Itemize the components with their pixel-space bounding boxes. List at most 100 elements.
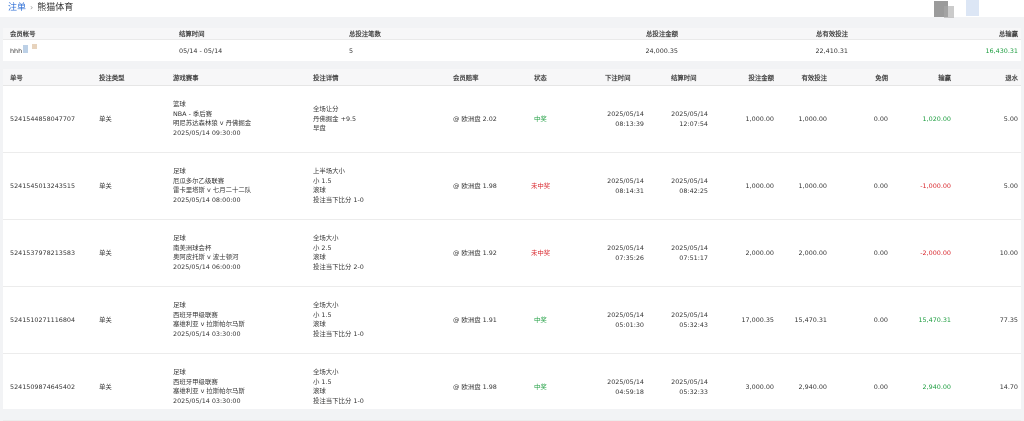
bet-amount: 1,000.00 — [745, 115, 774, 123]
settle-time: 2025/05/14 05:32:43 — [671, 311, 708, 329]
table-row[interactable]: 5241509874645402 单关 足球 西班牙甲级联赛 塞维利亚 v 拉斯帕尔… — [3, 355, 1021, 421]
bet-effective: 2,940.00 — [798, 383, 827, 391]
bet-winloss: -2,000.00 — [920, 249, 951, 257]
bet-time: 2025/05/14 08:13:39 — [607, 110, 644, 128]
summary-period: 05/14 - 05/14 — [179, 47, 223, 55]
bet-detail: 全场大小小 1.5 滚球 投注当下比分 1-0 — [313, 301, 364, 338]
bets-table-header: 单号 投注类型 游戏赛事 投注详情 会员赔率 状态 下注时间 结算时间 投注金额… — [3, 69, 1021, 86]
bet-commission: 0.00 — [873, 182, 888, 190]
summary-account: hhh — [10, 47, 23, 55]
bet-winloss: 2,940.00 — [922, 383, 951, 391]
summary-table: 会员帐号 结算时间 总投注笔数 总投注金额 总有效投注 总输赢 hhh 05/1… — [3, 28, 1021, 61]
bet-commission: 0.00 — [873, 249, 888, 257]
user-menu-icon[interactable] — [966, 0, 979, 16]
bet-detail: 全场大小小 1.5 滚球 投注当下比分 1-0 — [313, 368, 364, 405]
bet-time: 2025/05/14 07:35:26 — [607, 244, 644, 262]
col-header-winloss: 输赢 — [938, 74, 951, 82]
breadcrumb-separator-icon: › — [30, 3, 34, 12]
summary-winloss: 16,430.31 — [985, 47, 1018, 55]
bet-commission: 0.00 — [873, 383, 888, 391]
bet-detail: 全场让分 丹佛掘金 +9.5 早盘 — [313, 105, 357, 132]
col-header-rebate: 退水 — [1005, 74, 1018, 82]
bet-odds: @ 欧洲盘 1.91 — [453, 316, 497, 324]
table-row[interactable]: 5241544858047707 单关 篮球 NBA - 季后赛 明尼苏达森林狼 v… — [3, 87, 1021, 153]
status-badge: 未中奖 — [531, 249, 551, 257]
bet-amount: 3,000.00 — [745, 383, 774, 391]
bet-effective: 2,000.00 — [798, 249, 827, 257]
summary-header-period: 结算时间 — [179, 30, 205, 38]
bet-type: 单关 — [99, 182, 112, 190]
summary-effective: 22,410.31 — [815, 47, 848, 55]
status-badge: 中奖 — [534, 383, 547, 391]
summary-count: 5 — [349, 47, 354, 55]
col-header-id: 单号 — [10, 74, 23, 82]
status-badge: 未中奖 — [531, 182, 551, 190]
bet-event: 足球 西班牙甲级联赛 塞维利亚 v 拉斯帕尔马斯 2025/05/14 03:30:0… — [173, 368, 245, 405]
account-masked-block — [23, 45, 28, 53]
account-masked-block-2 — [32, 44, 37, 49]
bet-odds: @ 欧洲盘 1.92 — [453, 249, 497, 257]
col-header-odds: 会员赔率 — [453, 74, 479, 82]
summary-header-effective: 总有效投注 — [816, 30, 848, 38]
bet-id: 5241544858047707 — [10, 115, 76, 123]
bet-odds: @ 欧洲盘 1.98 — [453, 383, 497, 391]
summary-header-amount: 总投注金额 — [646, 30, 678, 38]
summary-row: hhh 05/14 - 05/14 5 24,000.35 22,410.31 … — [3, 42, 1021, 60]
bet-winloss: 1,020.00 — [922, 115, 951, 123]
summary-header-count: 总投注笔数 — [349, 30, 381, 38]
bet-amount: 2,000.00 — [745, 249, 774, 257]
status-badge: 中奖 — [534, 316, 547, 324]
bet-effective: 15,470.31 — [794, 316, 827, 324]
bet-type: 单关 — [99, 316, 112, 324]
bet-event: 足球 厄瓜多尔乙级联赛 雷卡里塔斯 v 七月二十二队 2025/05/14 08:00… — [173, 167, 252, 204]
settle-time: 2025/05/14 12:07:54 — [671, 110, 708, 128]
settle-time: 2025/05/14 05:32:33 — [671, 378, 708, 396]
bet-amount: 17,000.35 — [741, 316, 774, 324]
table-row[interactable]: 5241545013243515 单关 足球 厄瓜多尔乙级联赛 雷卡里塔斯 v 七月… — [3, 154, 1021, 220]
col-header-commission: 免佣 — [875, 74, 888, 82]
col-header-type: 投注类型 — [99, 74, 125, 82]
col-header-detail: 投注详情 — [313, 74, 339, 82]
bet-time: 2025/05/14 05:01:30 — [607, 311, 644, 329]
summary-header-winloss: 总输赢 — [998, 30, 1018, 38]
col-header-settle-time: 结算时间 — [671, 74, 697, 82]
summary-header: 会员帐号 结算时间 总投注笔数 总投注金额 总有效投注 总输赢 — [3, 28, 1021, 40]
bet-time: 2025/05/14 08:14:31 — [607, 177, 644, 195]
bet-time: 2025/05/14 04:59:18 — [607, 378, 644, 396]
bets-table: 单号 投注类型 游戏赛事 投注详情 会员赔率 状态 下注时间 结算时间 投注金额… — [3, 69, 1021, 421]
table-row[interactable]: 5241537978213583 单关 足球 南美洲球会杯 奥阿皮托斯 v 波士顿河… — [3, 221, 1021, 287]
breadcrumb-current: 熊猫体育 — [37, 3, 74, 13]
bet-odds: @ 欧洲盘 2.02 — [453, 115, 497, 123]
bet-effective: 1,000.00 — [798, 182, 827, 190]
bet-winloss: 15,470.31 — [918, 316, 951, 324]
bet-event: 篮球 NBA - 季后赛 明尼苏达森林狼 v 丹佛掘金 2025/05/14 09:3… — [173, 100, 252, 137]
bet-rebate: 5.00 — [1003, 115, 1018, 123]
breadcrumb-root-link[interactable]: 注单 — [8, 3, 26, 13]
col-header-status: 状态 — [534, 74, 547, 82]
col-header-bet-time: 下注时间 — [605, 74, 631, 82]
bet-detail: 上半场大小小 1.5 滚球 投注当下比分 1-0 — [313, 167, 364, 204]
bet-type: 单关 — [99, 115, 112, 123]
bet-winloss: -1,000.00 — [920, 182, 951, 190]
bet-rebate: 5.00 — [1003, 182, 1018, 190]
bet-commission: 0.00 — [873, 115, 888, 123]
bet-rebate: 14.70 — [999, 383, 1018, 391]
col-header-event: 游戏赛事 — [173, 74, 199, 82]
bet-amount: 1,000.00 — [745, 182, 774, 190]
bet-id: 5241545013243515 — [10, 182, 76, 190]
bet-effective: 1,000.00 — [798, 115, 827, 123]
table-row[interactable]: 5241510271116804 单关 足球 西班牙甲级联赛 塞维利亚 v 拉斯帕尔… — [3, 288, 1021, 354]
bet-commission: 0.00 — [873, 316, 888, 324]
bet-event: 足球 西班牙甲级联赛 塞维利亚 v 拉斯帕尔马斯 2025/05/14 03:30:0… — [173, 301, 245, 338]
col-header-effective: 有效投注 — [801, 74, 827, 82]
summary-amount: 24,000.35 — [645, 47, 678, 55]
col-header-amount: 投注金额 — [748, 74, 774, 82]
bet-id: 5241537978213583 — [10, 249, 76, 257]
bet-id: 5241509874645402 — [10, 383, 76, 391]
top-bar: 注单 › 熊猫体育 — [0, 0, 1024, 18]
bet-detail: 全场大小小 2.5 滚球 投注当下比分 2-0 — [313, 234, 364, 271]
avatar-shadow — [944, 6, 954, 18]
settle-time: 2025/05/14 08:42:25 — [671, 177, 708, 195]
settle-time: 2025/05/14 07:51:17 — [671, 244, 708, 262]
bet-event: 足球 南美洲球会杯 奥阿皮托斯 v 波士顿河 2025/05/14 06:00:00 — [173, 234, 241, 271]
